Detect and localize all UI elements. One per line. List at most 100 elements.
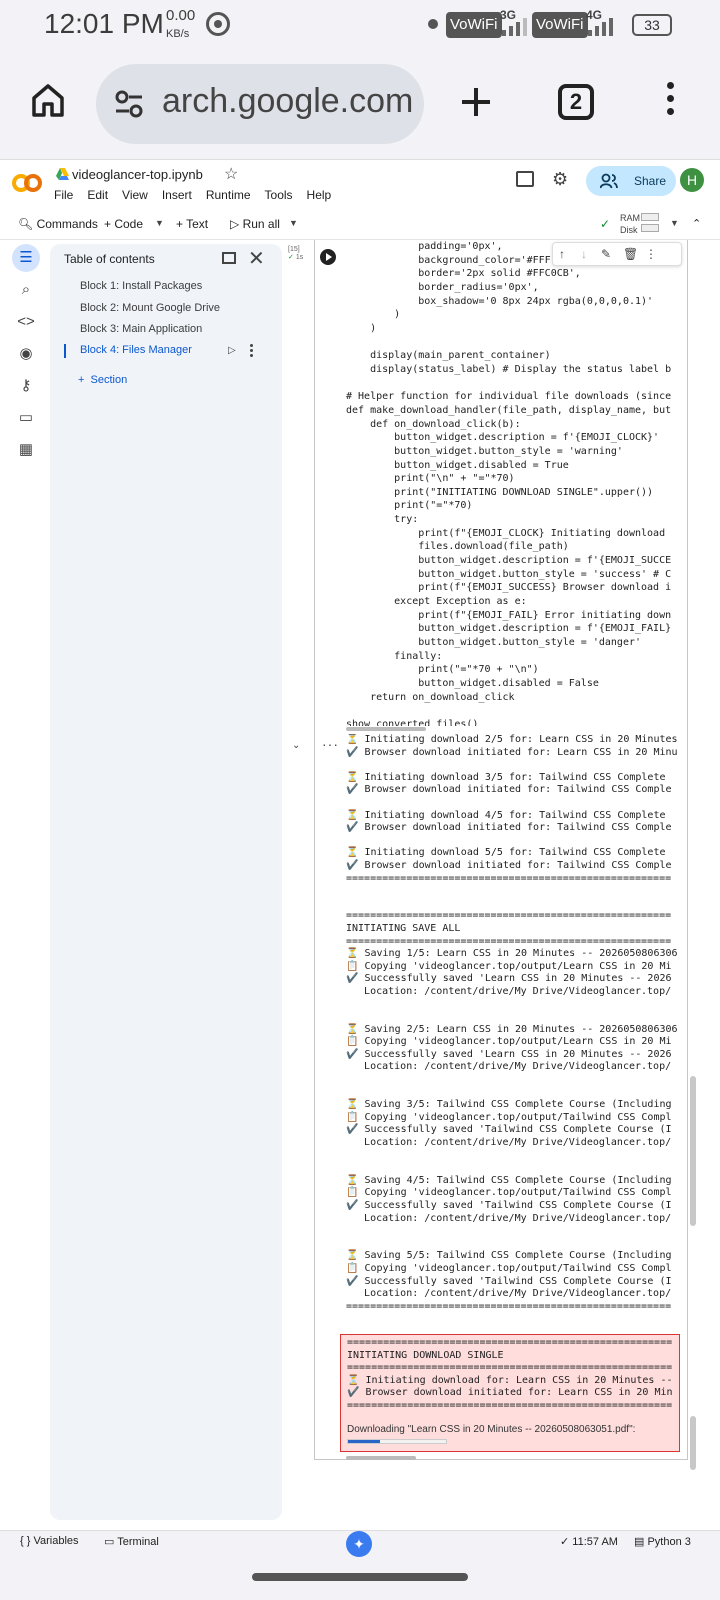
code-snippets-icon[interactable]: <> xyxy=(12,308,40,336)
output-line: INITIATING SAVE ALL xyxy=(346,922,461,934)
add-text-button[interactable]: + Text xyxy=(176,217,208,231)
edit-icon[interactable]: ✎ xyxy=(601,247,611,261)
output-line: ⏳ Saving 1/5: Learn CSS in 20 Minutes --… xyxy=(346,948,678,960)
output-menu-icon[interactable]: ··· xyxy=(322,736,339,752)
code-line: border='2px solid #FFC0CB', xyxy=(346,268,581,280)
menu-insert[interactable]: Insert xyxy=(162,188,192,202)
output-line: ✔️ Browser download initiated for: Learn… xyxy=(347,1387,673,1399)
toc-item-block-4[interactable]: Block 4: Files Manager xyxy=(80,344,192,356)
new-tab-icon[interactable] xyxy=(458,84,494,120)
code-line: print("="*70 + "\n") xyxy=(346,664,539,676)
resource-monitor[interactable]: RAM Disk xyxy=(620,212,640,236)
output-scrollbar[interactable] xyxy=(346,1456,416,1460)
home-icon[interactable] xyxy=(30,82,66,118)
chevron-down-icon[interactable]: ▼ xyxy=(155,218,164,228)
avatar[interactable]: H xyxy=(680,168,704,192)
code-line: box_shadow='0 8px 24px rgba(0,0,0,0.1)' xyxy=(346,295,654,307)
add-code-button[interactable]: + Code xyxy=(104,217,143,231)
menu-tools[interactable]: Tools xyxy=(265,188,293,202)
run-all-button[interactable]: ▷ Run all xyxy=(230,217,280,231)
run-cell-button[interactable] xyxy=(320,249,336,265)
tab-switcher-button[interactable]: 2 xyxy=(558,84,594,120)
toc-item-block-3[interactable]: Block 3: Main Application xyxy=(80,323,202,335)
toc-title: Table of contents xyxy=(64,252,155,266)
star-icon[interactable]: ☆ xyxy=(224,164,238,184)
site-settings-icon[interactable] xyxy=(114,90,144,118)
delete-icon[interactable]: 🗑︎ xyxy=(623,247,638,261)
url-text: arch.google.com xyxy=(162,82,412,120)
gemini-icon[interactable]: ✦ xyxy=(346,1531,372,1557)
secrets-icon[interactable]: ◉ xyxy=(12,340,40,368)
menu-help[interactable]: Help xyxy=(307,188,332,202)
commands-button[interactable]: 🔍︎ Commands xyxy=(18,217,98,231)
code-line: def on_download_click(b): xyxy=(346,418,521,430)
terminal-label: Terminal xyxy=(117,1536,159,1548)
code-line: files.download(file_path) xyxy=(346,541,569,553)
code-line: border_radius='0px', xyxy=(346,281,539,293)
menu-edit[interactable]: Edit xyxy=(87,188,108,202)
menu-file[interactable]: File xyxy=(54,188,73,202)
variables-label: Variables xyxy=(33,1535,79,1547)
code-editor[interactable]: padding='0px', background_color='#FFF bo… xyxy=(346,240,680,726)
find-icon[interactable]: ⌕ xyxy=(12,276,40,304)
share-button[interactable]: Share xyxy=(586,166,676,196)
output-line: ⏳ Saving 5/5: Tailwind CSS Complete Cour… xyxy=(346,1250,672,1262)
gear-icon[interactable]: ⚙ xyxy=(552,170,570,188)
people-icon xyxy=(600,173,618,189)
network-speed-value: 0.00 xyxy=(166,7,196,24)
ram-label: RAM xyxy=(620,213,640,223)
table-icon[interactable]: ▦ xyxy=(12,436,40,464)
output-line: Location: /content/drive/My Drive/Videog… xyxy=(346,1212,672,1224)
output-line: ✔️ Successfully saved 'Learn CSS in 20 M… xyxy=(346,1048,672,1060)
toc-item-block-2[interactable]: Block 2: Mount Google Drive xyxy=(80,302,220,314)
code-line: print(f"{EMOJI_FAIL} Error initiating do… xyxy=(346,609,672,621)
toc-icon[interactable]: ☰ xyxy=(12,244,40,272)
menu-view[interactable]: View xyxy=(122,188,148,202)
last-run-time: 11:57 AM xyxy=(572,1536,618,1548)
exec-count: [15] xyxy=(288,246,300,253)
code-scrollbar[interactable] xyxy=(346,727,426,731)
exec-time: 1s xyxy=(295,254,304,261)
code-line: ) xyxy=(346,309,401,321)
notification-dot-icon xyxy=(428,19,438,29)
code-line: finally: xyxy=(346,650,443,662)
more-vert-icon[interactable] xyxy=(250,344,254,358)
add-section-button[interactable]: + Section xyxy=(78,374,127,386)
comment-icon[interactable] xyxy=(516,171,534,187)
address-bar[interactable]: arch.google.com xyxy=(96,64,424,144)
commands-label: Commands xyxy=(36,217,98,231)
runtime-status[interactable]: ▤ Python 3 xyxy=(634,1535,691,1548)
key-icon[interactable]: ⚷ xyxy=(12,372,40,400)
output-line: ⏳ Saving 2/5: Learn CSS in 20 Minutes --… xyxy=(346,1023,678,1035)
terminal-button[interactable]: ▭ Terminal xyxy=(104,1535,159,1548)
run-all-menu-icon[interactable]: ▼ xyxy=(289,218,298,228)
run-section-icon[interactable]: ▷ xyxy=(228,345,236,356)
output-line: ✔️ Successfully saved 'Tailwind CSS Comp… xyxy=(346,1124,672,1136)
search-icon: 🔍︎ xyxy=(18,217,34,231)
notebook-title[interactable]: videoglancer-top.ipynb xyxy=(72,167,203,182)
collapse-output-icon[interactable]: ⌄ xyxy=(292,740,300,751)
files-icon[interactable]: ▭ xyxy=(12,404,40,432)
browser-menu-icon[interactable] xyxy=(664,82,676,122)
output-line: ⏳ Initiating download 5/5 for: Tailwind … xyxy=(346,847,666,859)
colab-logo-icon[interactable] xyxy=(12,172,42,194)
move-down-icon[interactable]: ↓ xyxy=(581,247,587,261)
collapse-icon[interactable]: ⌃ xyxy=(692,217,701,230)
toc-item-block-1[interactable]: Block 1: Install Packages xyxy=(80,280,202,292)
close-icon[interactable]: ✕ xyxy=(248,246,265,271)
move-up-icon[interactable]: ↑ xyxy=(559,247,565,261)
popout-icon[interactable] xyxy=(222,252,236,264)
code-line: ) xyxy=(346,322,377,334)
runtime-menu-icon[interactable]: ▼ xyxy=(670,218,679,228)
more-vert-icon[interactable]: ⋮ xyxy=(645,247,657,261)
cell-exec-info: [15] ✓ 1s xyxy=(288,246,303,262)
notebook-scrollbar-lower[interactable] xyxy=(690,1416,696,1470)
notebook-scrollbar[interactable] xyxy=(690,1076,696,1226)
code-line: display(main_parent_container) xyxy=(346,350,551,362)
home-gesture-bar[interactable] xyxy=(252,1573,468,1581)
menu-runtime[interactable]: Runtime xyxy=(206,188,251,202)
variables-button[interactable]: { } Variables xyxy=(20,1535,79,1547)
